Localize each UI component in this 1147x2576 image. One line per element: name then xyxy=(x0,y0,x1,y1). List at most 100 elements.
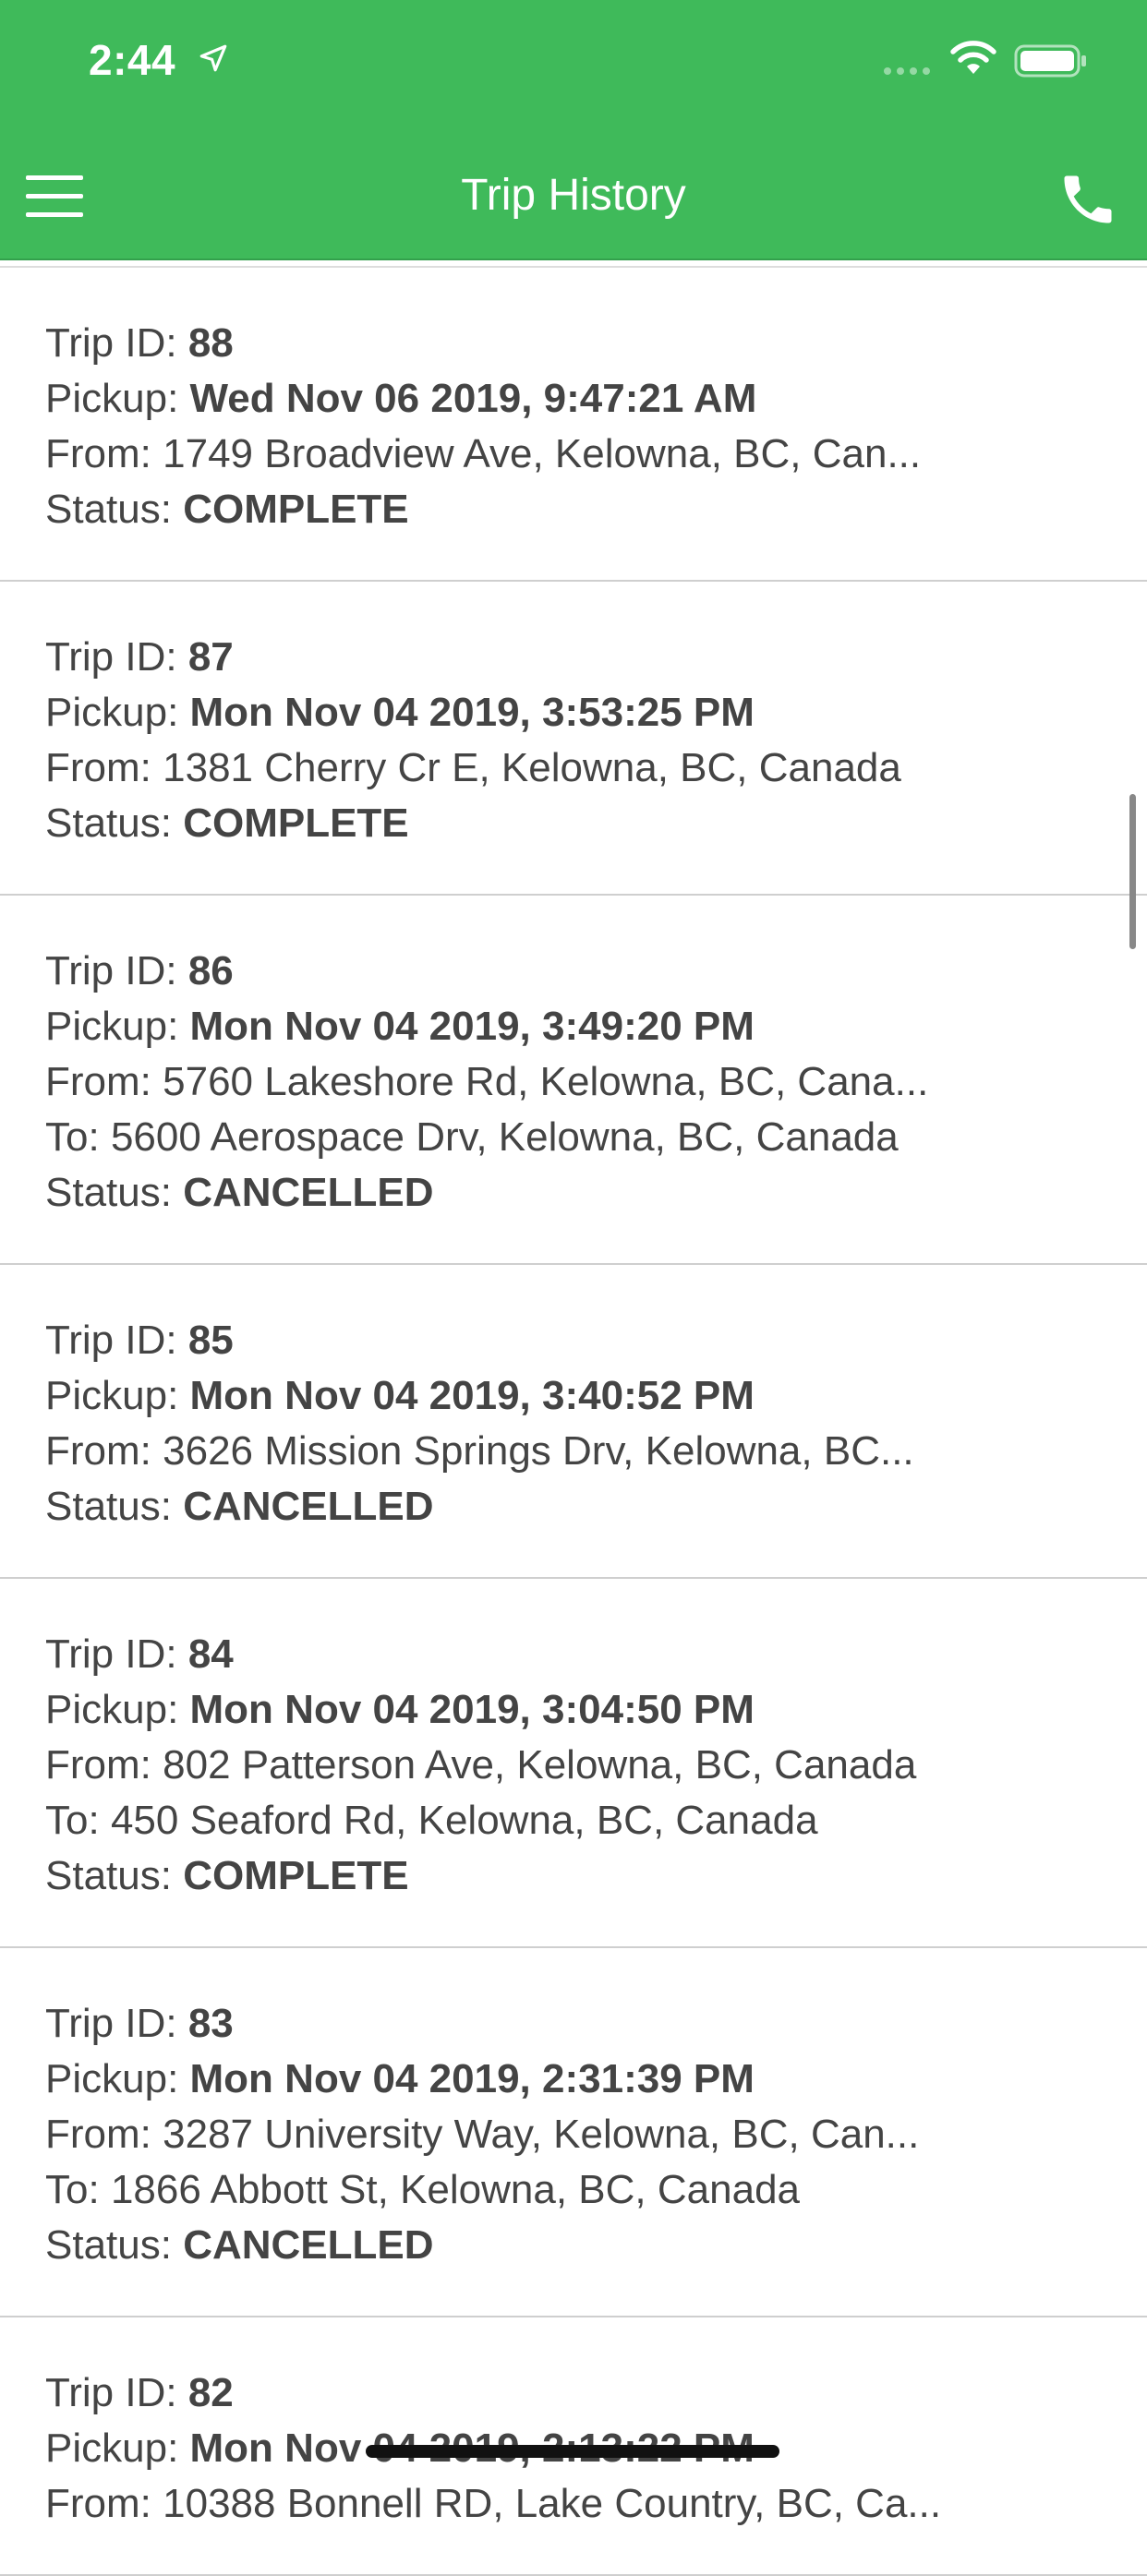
battery-icon xyxy=(1014,44,1086,78)
trip-trip_id-label: Trip ID: xyxy=(45,320,177,366)
trip-from-label: From: xyxy=(45,2112,151,2157)
wifi-icon xyxy=(950,41,996,74)
trip-status-label: Status: xyxy=(45,1170,172,1215)
trip-pickup-line: Pickup: Mon Nov 04 2019, 3:49:20 PM xyxy=(45,999,1147,1054)
trip-from-value: 10388 Bonnell RD, Lake Country, BC, Ca..… xyxy=(163,2481,942,2526)
trip-from-value: 802 Patterson Ave, Kelowna, BC, Canada xyxy=(163,1742,917,1788)
trip-trip_id-line: Trip ID: 84 xyxy=(45,1627,1147,1682)
trip-trip_id-label: Trip ID: xyxy=(45,948,177,993)
trip-pickup-label: Pickup: xyxy=(45,1687,179,1732)
trip-from-value: 3287 University Way, Kelowna, BC, Can... xyxy=(163,2112,920,2157)
trip-from-label: From: xyxy=(45,745,151,790)
trip-trip_id-line: Trip ID: 82 xyxy=(45,2365,1147,2421)
trip-status-line: Status: COMPLETE xyxy=(45,796,1147,851)
trip-from-line: From: 3626 Mission Springs Drv, Kelowna,… xyxy=(45,1424,1147,1479)
trip-from-label: From: xyxy=(45,2481,151,2526)
trip-trip_id-value: 88 xyxy=(187,320,234,366)
trip-pickup-line: Pickup: Mon Nov 04 2019, 3:40:52 PM xyxy=(45,1368,1147,1424)
trip-status-line: Status: CANCELLED xyxy=(45,1479,1147,1535)
trip-pickup-label: Pickup: xyxy=(45,1373,179,1418)
trip-status-value: COMPLETE xyxy=(183,800,409,846)
trip-pickup-value: Wed Nov 06 2019, 9:47:21 AM xyxy=(189,376,757,421)
trip-pickup-label: Pickup: xyxy=(45,690,179,735)
trip-trip_id-label: Trip ID: xyxy=(45,1318,177,1363)
trip-status-label: Status: xyxy=(45,1853,172,1898)
trip-pickup-line: Pickup: Mon Nov 04 2019, 2:31:39 PM xyxy=(45,2052,1147,2107)
trip-status-label: Status: xyxy=(45,1484,172,1529)
trip-list-item[interactable]: Trip ID: 86 Pickup: Mon Nov 04 2019, 3:49… xyxy=(0,896,1147,1265)
trip-from-value: 5760 Lakeshore Rd, Kelowna, BC, Cana... xyxy=(163,1059,929,1104)
scrollbar[interactable] xyxy=(1129,794,1136,949)
trip-pickup-value: Mon Nov 04 2019, 2:31:39 PM xyxy=(189,2056,755,2101)
trip-pickup-value: Mon Nov 04 2019, 3:40:52 PM xyxy=(189,1373,755,1418)
trip-trip_id-value: 83 xyxy=(187,2001,234,2046)
trip-from-line: From: 1749 Broadview Ave, Kelowna, BC, C… xyxy=(45,427,1147,482)
trip-from-label: From: xyxy=(45,1428,151,1474)
trip-from-line: From: 10388 Bonnell RD, Lake Country, BC… xyxy=(45,2476,1147,2532)
trip-from-line: From: 802 Patterson Ave, Kelowna, BC, Ca… xyxy=(45,1738,1147,1793)
trip-to-value: 1866 Abbott St, Kelowna, BC, Canada xyxy=(110,2167,801,2212)
trip-to-line: To: 5600 Aerospace Drv, Kelowna, BC, Can… xyxy=(45,1110,1147,1165)
trip-to-label: To: xyxy=(45,1798,100,1843)
trip-from-label: From: xyxy=(45,1742,151,1788)
trip-pickup-label: Pickup: xyxy=(45,2056,179,2101)
trip-from-line: From: 5760 Lakeshore Rd, Kelowna, BC, Ca… xyxy=(45,1054,1147,1110)
trip-to-value: 5600 Aerospace Drv, Kelowna, BC, Canada xyxy=(110,1114,899,1160)
status-bar: 2:44 xyxy=(0,0,1147,122)
trip-pickup-line: Pickup: Mon Nov 04 2019, 3:53:25 PM xyxy=(45,685,1147,740)
trip-status-label: Status: xyxy=(45,487,172,532)
trip-status-label: Status: xyxy=(45,800,172,846)
trip-pickup-line: Pickup: Mon Nov 04 2019, 3:04:50 PM xyxy=(45,1682,1147,1738)
trip-to-label: To: xyxy=(45,2167,100,2212)
home-indicator[interactable] xyxy=(366,2445,779,2458)
trip-list-item[interactable]: Trip ID: 85 Pickup: Mon Nov 04 2019, 3:40… xyxy=(0,1265,1147,1579)
trip-status-line: Status: CANCELLED xyxy=(45,2218,1147,2273)
trip-to-line: To: 450 Seaford Rd, Kelowna, BC, Canada xyxy=(45,1793,1147,1848)
trip-trip_id-value: 85 xyxy=(187,1318,234,1363)
trip-trip_id-value: 86 xyxy=(187,948,234,993)
trip-status-line: Status: CANCELLED xyxy=(45,1165,1147,1221)
trip-status-line: Status: COMPLETE xyxy=(45,482,1147,537)
trip-pickup-line: Pickup: Wed Nov 06 2019, 9:47:21 AM xyxy=(45,371,1147,427)
trip-to-value: 450 Seaford Rd, Kelowna, BC, Canada xyxy=(110,1798,818,1843)
trip-trip_id-line: Trip ID: 87 xyxy=(45,630,1147,685)
trip-status-value: CANCELLED xyxy=(183,2222,434,2268)
trip-to-label: To: xyxy=(45,1114,100,1160)
trip-status-value: CANCELLED xyxy=(183,1170,434,1215)
trip-list: Trip ID: 88 Pickup: Wed Nov 06 2019, 9:47… xyxy=(0,266,1147,2576)
trip-pickup-value: Mon Nov 04 2019, 3:04:50 PM xyxy=(189,1687,755,1732)
trip-trip_id-label: Trip ID: xyxy=(45,2001,177,2046)
location-arrow-icon xyxy=(199,44,227,72)
cellular-signal-icon xyxy=(884,67,930,75)
trip-trip_id-value: 87 xyxy=(187,634,234,680)
trip-trip_id-value: 84 xyxy=(187,1631,234,1677)
trip-trip_id-line: Trip ID: 85 xyxy=(45,1313,1147,1368)
nav-bar: Trip History xyxy=(0,122,1147,260)
trip-trip_id-line: Trip ID: 88 xyxy=(45,316,1147,371)
trip-trip_id-label: Trip ID: xyxy=(45,1631,177,1677)
trip-trip_id-line: Trip ID: 83 xyxy=(45,1996,1147,2052)
trip-from-value: 1749 Broadview Ave, Kelowna, BC, Can... xyxy=(163,431,922,476)
status-time: 2:44 xyxy=(89,36,176,84)
trip-list-item[interactable]: Trip ID: 88 Pickup: Wed Nov 06 2019, 9:47… xyxy=(0,268,1147,582)
page-title: Trip History xyxy=(461,171,686,220)
trip-status-value: COMPLETE xyxy=(183,1853,409,1898)
trip-pickup-label: Pickup: xyxy=(45,376,179,421)
trip-from-value: 3626 Mission Springs Drv, Kelowna, BC... xyxy=(163,1428,914,1474)
trip-list-item[interactable]: Trip ID: 87 Pickup: Mon Nov 04 2019, 3:53… xyxy=(0,582,1147,896)
trip-status-value: CANCELLED xyxy=(183,1484,434,1529)
trip-list-item[interactable]: Trip ID: 83 Pickup: Mon Nov 04 2019, 2:31… xyxy=(0,1948,1147,2317)
trip-status-line: Status: COMPLETE xyxy=(45,1848,1147,1904)
trip-pickup-value: Mon Nov 04 2019, 3:49:20 PM xyxy=(189,1004,755,1049)
trip-pickup-label: Pickup: xyxy=(45,1004,179,1049)
trip-status-value: COMPLETE xyxy=(183,487,409,532)
trip-status-label: Status: xyxy=(45,2222,172,2268)
trip-list-item[interactable]: Trip ID: 84 Pickup: Mon Nov 04 2019, 3:04… xyxy=(0,1579,1147,1948)
trip-trip_id-label: Trip ID: xyxy=(45,634,177,680)
trip-trip_id-value: 82 xyxy=(187,2370,234,2415)
trip-to-line: To: 1866 Abbott St, Kelowna, BC, Canada xyxy=(45,2162,1147,2218)
trip-from-label: From: xyxy=(45,431,151,476)
trip-pickup-label: Pickup: xyxy=(45,2426,179,2471)
trip-pickup-value: Mon Nov 04 2019, 3:53:25 PM xyxy=(189,690,755,735)
phone-icon[interactable] xyxy=(1056,168,1119,231)
